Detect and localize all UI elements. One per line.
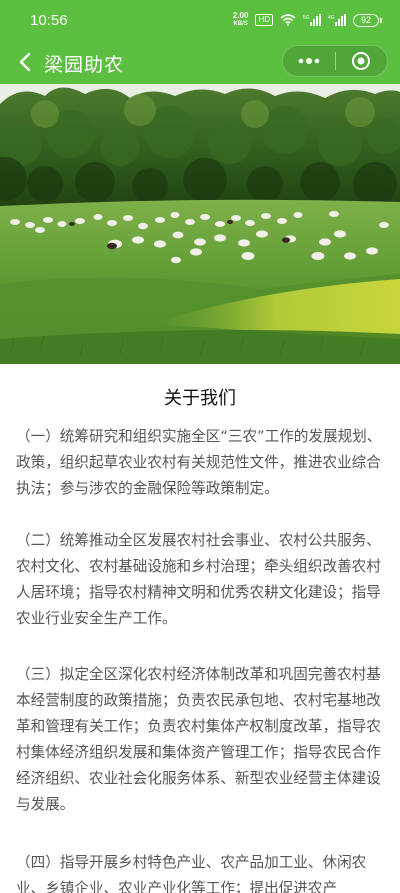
svg-text:4G: 4G — [328, 15, 335, 21]
more-button[interactable] — [283, 46, 335, 76]
article-paragraph-1: （一）统筹研究和组织实施全区“三农”工作的发展规划、政策，组织起草农业农村有关规… — [16, 428, 382, 497]
close-mini-program-button[interactable] — [335, 46, 387, 76]
signal-icon: 5G — [303, 14, 321, 26]
article-paragraph-3: （三）拟定全区深化农村经济体制改革和巩固完善农村基本经营制度的政策措施；负责农民… — [16, 666, 381, 813]
article-paragraph-2: （二）统筹推动全区发展农村社会事业、农村公共服务、农村文化、农村基础设施和乡村治… — [16, 532, 381, 627]
network-speed-value: 2.00 — [232, 11, 249, 20]
mini-program-capsule — [282, 45, 388, 77]
more-dots-icon — [298, 58, 320, 64]
status-icons: 2.00 KB/S HD 5G 4G 92 — [233, 12, 382, 28]
status-time: 10:56 — [30, 12, 68, 29]
article-paragraph-4: （四）指导开展乡村特色产业、农产品加工业、休闲农业、乡镇企业、农业产业化等工作；… — [16, 854, 367, 893]
signal-icon-2: 4G — [328, 14, 346, 26]
sheep-pasture-photo — [0, 84, 400, 364]
hd-badge: HD — [255, 14, 273, 26]
chevron-left-icon — [19, 52, 31, 72]
about-us-title: 关于我们 — [164, 388, 236, 409]
hero-image — [0, 84, 400, 364]
network-speed: 2.00 KB/S — [233, 12, 249, 28]
back-button[interactable] — [12, 48, 38, 76]
battery-icon: 92 — [353, 13, 382, 27]
target-close-icon — [352, 52, 371, 70]
page-title: 梁园助农 — [44, 54, 125, 76]
article-content: 关于我们 （一）统筹研究和组织实施全区“三农”工作的发展规划、政策，组织起草农业… — [0, 364, 400, 893]
wifi-icon — [280, 14, 296, 26]
status-bar: 10:56 2.00 KB/S HD 5G 4G 92 — [0, 0, 400, 40]
svg-text:5G: 5G — [303, 15, 310, 21]
network-speed-unit: KB/S — [233, 21, 248, 27]
navigation-bar: 梁园助农 — [0, 40, 400, 84]
battery-level: 92 — [353, 13, 379, 27]
top-bar: 10:56 2.00 KB/S HD 5G 4G 92 梁园助农 — [0, 0, 400, 84]
